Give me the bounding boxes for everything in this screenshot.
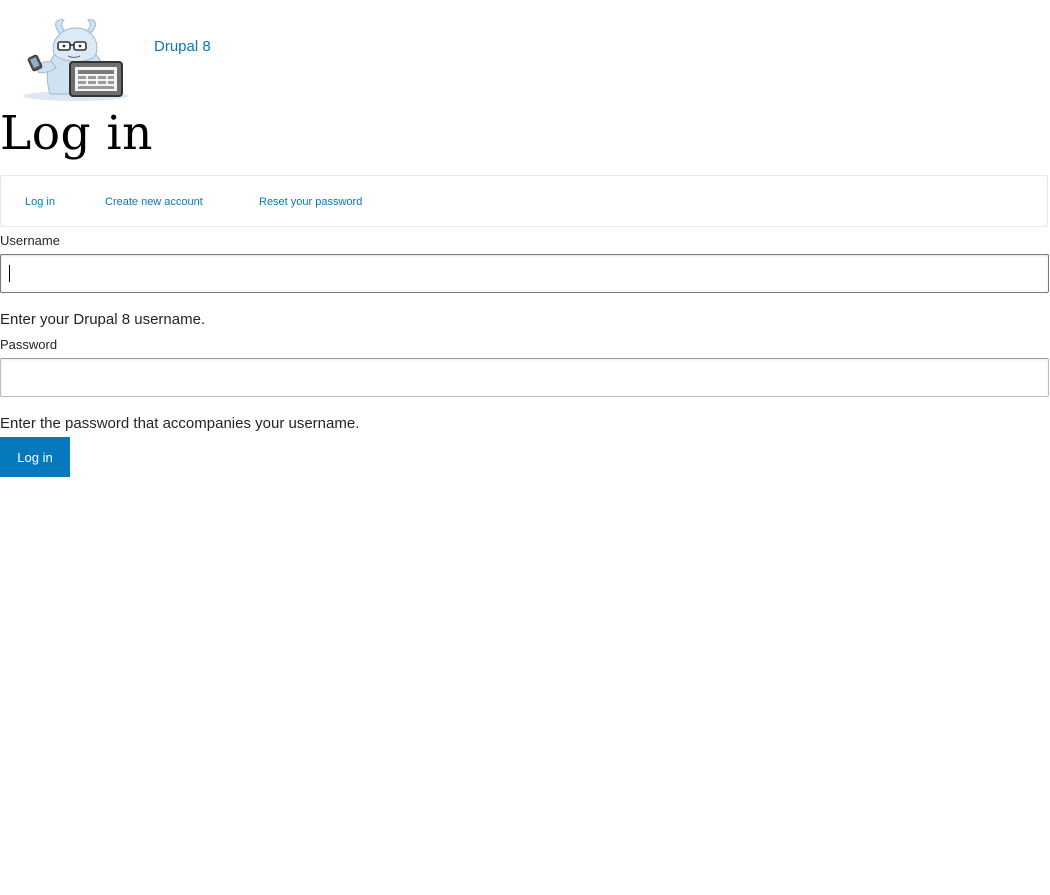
password-description: Enter the password that accompanies your… bbox=[0, 415, 360, 432]
primary-tabs: Log in Create new account Reset your pas… bbox=[0, 175, 1048, 227]
site-header: Drupal 8 bbox=[0, 0, 1050, 108]
page: Drupal 8 Log in Log in Create new accoun… bbox=[0, 0, 1050, 895]
tab-create-new-account[interactable]: Create new account bbox=[105, 196, 203, 208]
login-submit-button[interactable]: Log in bbox=[0, 437, 70, 477]
username-description: Enter your Drupal 8 username. bbox=[0, 311, 206, 328]
username-label: Username bbox=[0, 233, 60, 248]
text-cursor bbox=[9, 265, 10, 282]
tab-login[interactable]: Log in bbox=[25, 196, 55, 208]
password-label: Password bbox=[0, 337, 58, 352]
site-logo[interactable] bbox=[22, 14, 130, 102]
site-name-link[interactable]: Drupal 8 bbox=[154, 38, 211, 55]
password-input[interactable] bbox=[0, 358, 1049, 397]
username-input[interactable] bbox=[0, 254, 1049, 293]
page-title: Log in bbox=[0, 106, 153, 161]
tab-reset-password[interactable]: Reset your password bbox=[259, 196, 362, 208]
